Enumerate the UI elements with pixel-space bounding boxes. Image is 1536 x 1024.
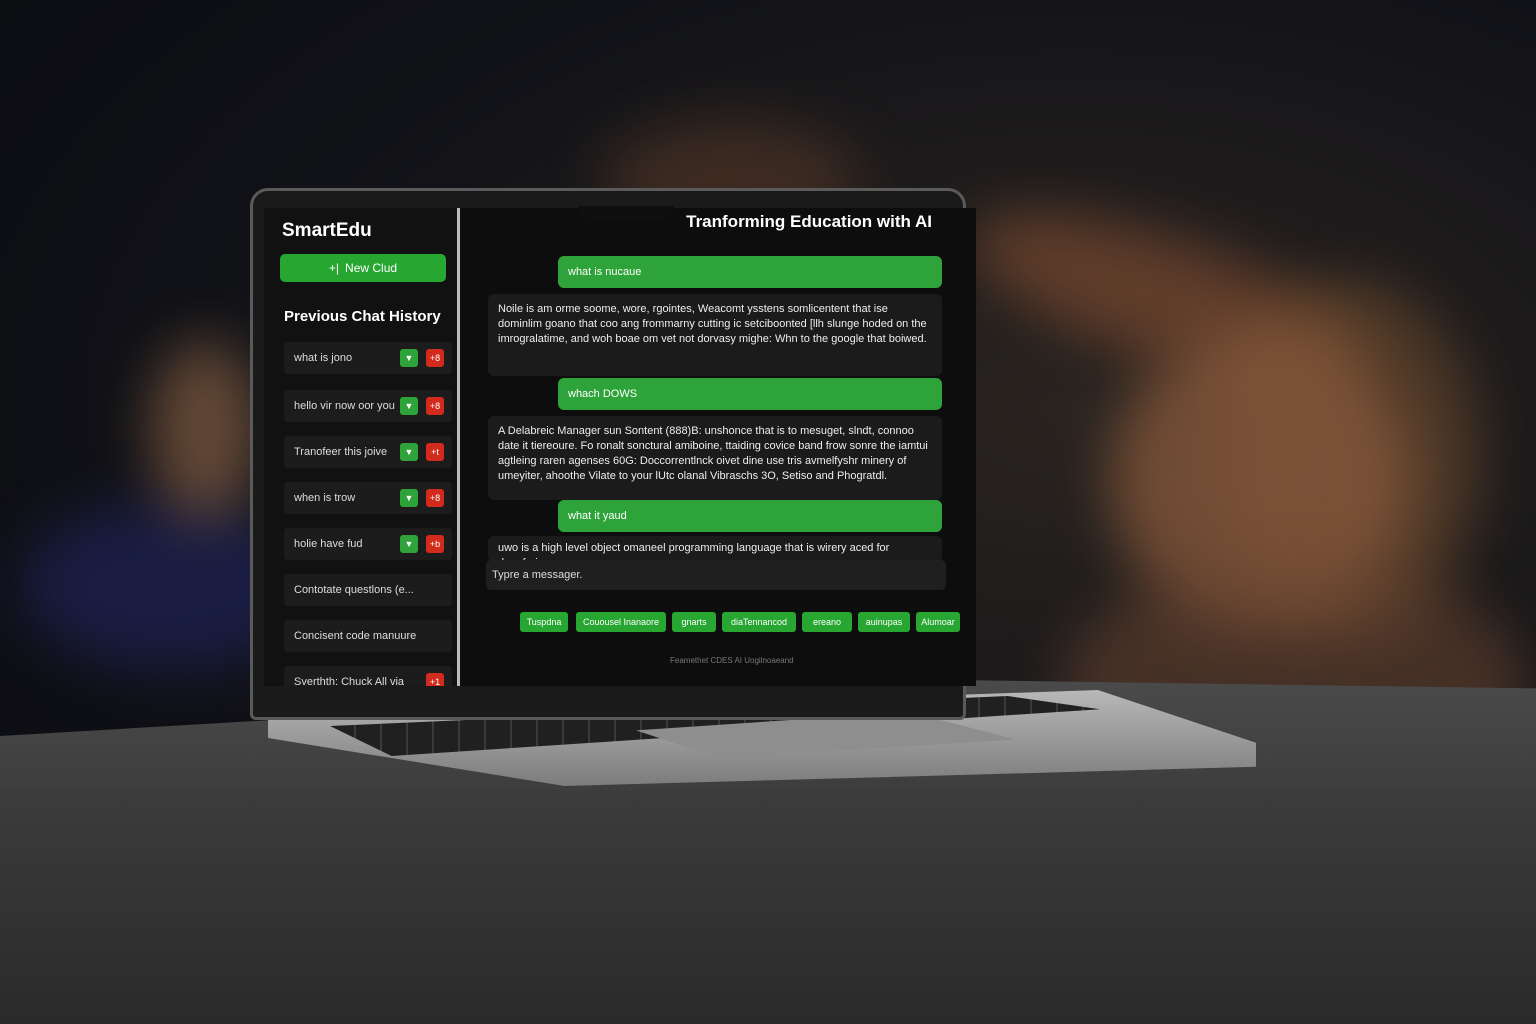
history-item[interactable]: Sverthth: Chuck All via +1 xyxy=(284,666,452,686)
page-title: Tranforming Education with AI xyxy=(686,212,932,231)
history-item[interactable]: Contotate questlons (e... xyxy=(284,574,452,606)
history-item-label: holie have fud xyxy=(294,538,363,550)
suggestion-chip[interactable]: Couousel Inanaore xyxy=(576,612,666,632)
delete-icon[interactable]: +8 xyxy=(426,397,444,415)
delete-icon[interactable]: +t xyxy=(426,443,444,461)
user-message: what is nucaue xyxy=(558,256,942,288)
delete-icon[interactable]: +b xyxy=(426,535,444,553)
history-item-label: when is trow xyxy=(294,492,356,504)
history-item-label: Sverthth: Chuck All via xyxy=(294,676,405,686)
assistant-message: uwo is a high level object omaneel progr… xyxy=(488,536,942,569)
new-chat-button[interactable]: +| New Clud xyxy=(280,254,446,282)
history-item-label: Concisent code manuure xyxy=(294,630,417,642)
message-input[interactable] xyxy=(486,560,946,590)
history-item[interactable]: what is jono ▼ +8 xyxy=(284,342,452,374)
history-item[interactable]: Tranofeer this joive ▼ +t xyxy=(284,436,452,468)
arrow-down-icon[interactable]: ▼ xyxy=(400,397,418,415)
new-chat-label: New Clud xyxy=(345,261,398,275)
camera-notch xyxy=(578,206,674,218)
background-blur xyxy=(150,340,260,520)
arrow-down-icon[interactable]: ▼ xyxy=(400,349,418,367)
history-title: Previous Chat History xyxy=(284,308,441,325)
suggestion-chip[interactable]: auinupas xyxy=(858,612,910,632)
history-item[interactable]: hello vir now oor you ▼ +8 xyxy=(284,390,452,422)
suggestion-chip[interactable]: Tuspdna xyxy=(520,612,568,632)
history-item-label: Contotate questlons (e... xyxy=(294,584,414,596)
arrow-down-icon[interactable]: ▼ xyxy=(400,535,418,553)
suggestion-chip[interactable]: ereano xyxy=(802,612,852,632)
delete-icon[interactable]: +1 xyxy=(426,673,444,686)
suggestion-chip[interactable]: gnarts xyxy=(672,612,716,632)
assistant-message: Noile is am orme soome, wore, rgointes, … xyxy=(488,294,942,376)
assistant-message: A Delabreic Manager sun Sontent (888)B: … xyxy=(488,416,942,500)
sidebar: SmartEdu +| New Clud Previous Chat Histo… xyxy=(264,208,460,686)
user-message: whach DOWS xyxy=(558,378,942,410)
delete-icon[interactable]: +8 xyxy=(426,349,444,367)
brand-logo: SmartEdu xyxy=(282,220,372,241)
suggestion-chips: Tuspdna Couousel Inanaore gnarts diaTenn… xyxy=(520,612,970,638)
plus-icon: +| xyxy=(328,261,340,275)
laptop-screen: SmartEdu +| New Clud Previous Chat Histo… xyxy=(264,208,976,686)
history-item-label: hello vir now oor you xyxy=(294,400,395,412)
chat-main: Tranforming Education with AI what is nu… xyxy=(470,208,976,686)
arrow-down-icon[interactable]: ▼ xyxy=(400,443,418,461)
delete-icon[interactable]: +8 xyxy=(426,489,444,507)
suggestion-chip[interactable]: diaTennancod xyxy=(722,612,796,632)
history-item[interactable]: holie have fud ▼ +b xyxy=(284,528,452,560)
history-item-label: Tranofeer this joive xyxy=(294,446,388,458)
history-item[interactable]: Concisent code manuure xyxy=(284,620,452,652)
user-message: what it yaud xyxy=(558,500,942,532)
footer-text: Feamethet CDES AI Uogilnoaeand xyxy=(670,656,794,665)
history-item-label: what is jono xyxy=(294,352,353,364)
suggestion-chip[interactable]: Alumoar xyxy=(916,612,960,632)
history-item[interactable]: when is trow ▼ +8 xyxy=(284,482,452,514)
arrow-down-icon[interactable]: ▼ xyxy=(400,489,418,507)
table-front xyxy=(0,790,1536,1024)
